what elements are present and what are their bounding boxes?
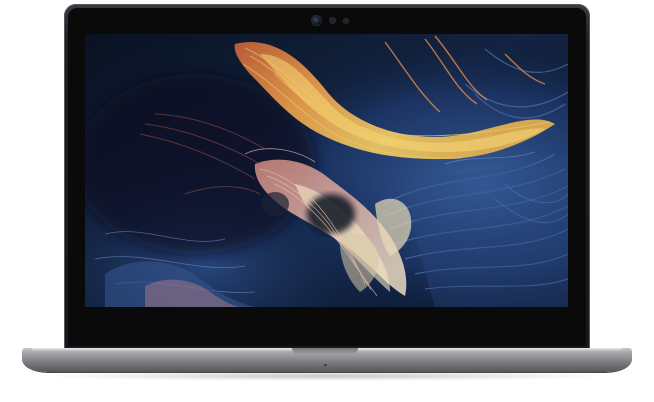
laptop-shadow [40, 371, 614, 381]
laptop-screen [85, 34, 568, 307]
lid-opening-notch [292, 348, 358, 354]
ir-sensor-icon [330, 18, 335, 23]
product-photo [0, 0, 654, 402]
screen-bezel [68, 8, 586, 346]
status-led-icon [324, 364, 327, 366]
laptop-lid [64, 4, 590, 352]
wallpaper-artwork [85, 34, 568, 307]
webcam-icon [312, 16, 321, 25]
laptop-base [22, 348, 632, 372]
webcam-module [304, 15, 358, 27]
light-sensor-icon [344, 19, 348, 23]
